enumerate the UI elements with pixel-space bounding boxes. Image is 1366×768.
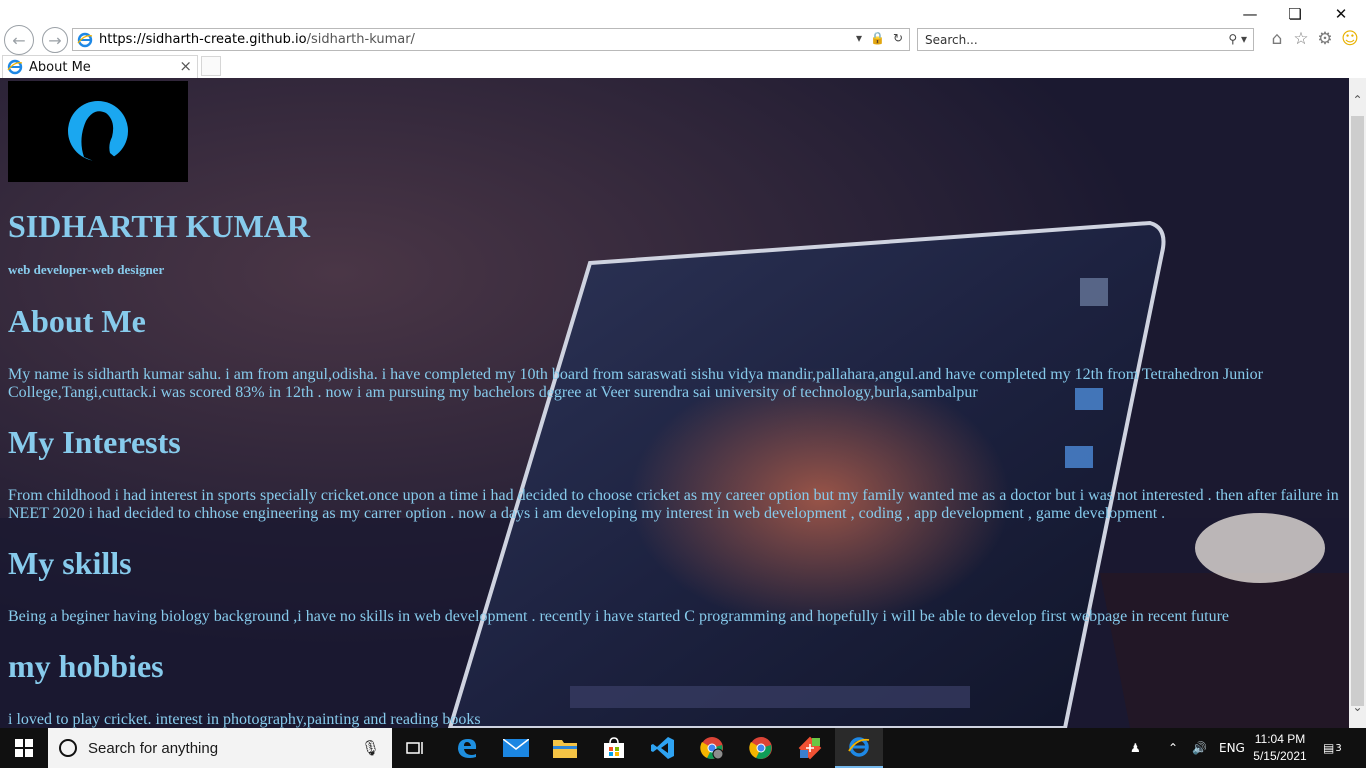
page-title: SIDHARTH KUMAR	[8, 208, 310, 244]
taskbar-app-edge[interactable]	[443, 728, 491, 768]
taskbar-app-mail[interactable]	[492, 728, 540, 768]
address-bar[interactable]: https://sidharth-create.github.io/sidhar…	[72, 28, 910, 51]
scroll-up-icon[interactable]: ⌃	[1349, 91, 1366, 108]
taskbar-clock[interactable]: 11:04 PM 5/15/2021	[1245, 731, 1315, 765]
favorites-star-icon[interactable]: ☆	[1291, 29, 1311, 49]
taskbar-app-git[interactable]	[786, 728, 834, 768]
edge-icon	[458, 739, 477, 758]
section-heading-about: About Me	[8, 303, 146, 339]
scrollbar-thumb[interactable]	[1351, 116, 1364, 706]
taskbar-app-vscode[interactable]	[639, 728, 687, 768]
taskbar-app-file-explorer[interactable]	[541, 728, 589, 768]
internet-explorer-icon	[848, 737, 870, 757]
settings-gear-icon[interactable]: ⚙	[1315, 29, 1335, 49]
taskbar-app-chrome-profile[interactable]	[688, 728, 736, 768]
start-button[interactable]	[0, 728, 48, 768]
volume-icon[interactable]: 🔊	[1192, 728, 1207, 768]
scroll-down-icon[interactable]: ⌄	[1349, 698, 1366, 715]
ie-tab-icon	[7, 59, 23, 75]
tab-title: About Me	[29, 59, 91, 75]
search-box[interactable]: Search... ⚲ ▾	[917, 28, 1254, 51]
section-text-interests: From childhood i had interest in sports …	[8, 487, 1339, 522]
clock-time: 11:04 PM	[1254, 732, 1306, 746]
git-icon	[798, 736, 822, 760]
taskbar-app-internet-explorer[interactable]	[835, 728, 883, 768]
taskbar-app-chrome[interactable]	[737, 728, 785, 768]
section-text-skills: Being a beginer having biology backgroun…	[8, 608, 1229, 625]
taskbar-app-store[interactable]	[590, 728, 638, 768]
tab-close-icon[interactable]: ×	[179, 57, 192, 75]
language-indicator[interactable]: ENG	[1219, 728, 1245, 768]
home-icon[interactable]: ⌂	[1267, 29, 1287, 49]
folder-icon	[553, 740, 577, 758]
new-tab-button[interactable]	[201, 56, 221, 76]
task-view-icon	[406, 742, 423, 754]
section-text-hobbies: i loved to play cricket. interest in pho…	[8, 711, 481, 728]
close-window-button[interactable]: ✕	[1318, 0, 1364, 28]
store-bag-icon	[604, 737, 624, 758]
show-hidden-icons-chevron-icon[interactable]: ⌃	[1168, 728, 1178, 768]
url-path: /sidharth-kumar/	[306, 32, 415, 47]
taskbar-search-box[interactable]: Search for anything 🎙	[48, 728, 392, 768]
lock-icon[interactable]: 🔒	[870, 31, 885, 45]
people-icon[interactable]: ♟	[1130, 728, 1141, 768]
clock-date: 5/15/2021	[1253, 749, 1307, 763]
task-view-button[interactable]	[392, 728, 440, 768]
dropdown-icon[interactable]: ▾	[856, 31, 862, 45]
section-heading-hobbies: my hobbies	[8, 648, 164, 684]
microphone-icon[interactable]: 🎙	[361, 739, 380, 757]
smiley-feedback-icon[interactable]: ☺	[1340, 29, 1360, 49]
restore-button[interactable]: ❏	[1272, 0, 1318, 28]
user-avatar-icon	[68, 101, 128, 164]
mail-icon	[503, 739, 529, 757]
vscode-icon	[651, 737, 674, 759]
taskbar-search-text: Search for anything	[88, 739, 219, 757]
page-viewport: SIDHARTH KUMAR web developer-web designe…	[0, 78, 1349, 728]
search-icon[interactable]: ⚲ ▾	[1228, 32, 1247, 46]
ie-page-icon	[77, 32, 93, 47]
chrome-icon	[749, 737, 772, 759]
windows-taskbar: Search for anything 🎙 ♟ ⌃ 🔊 ENG 11:04 PM…	[0, 728, 1366, 768]
back-button[interactable]: ←	[4, 25, 34, 55]
search-placeholder: Search...	[925, 32, 978, 47]
section-heading-interests: My Interests	[8, 424, 181, 460]
windows-logo-icon	[15, 739, 33, 757]
back-arrow-icon: ←	[12, 30, 26, 50]
section-text-about: My name is sidharth kumar sahu. i am fro…	[8, 366, 1263, 401]
section-heading-skills: My skills	[8, 545, 132, 581]
url-host: https://sidharth-create.github.io	[99, 32, 307, 47]
page-content: SIDHARTH KUMAR web developer-web designe…	[8, 81, 1343, 728]
chrome-profile-icon	[700, 737, 724, 760]
profile-image	[8, 81, 188, 182]
forward-button[interactable]: →	[42, 27, 68, 53]
page-subtitle: web developer-web designer	[8, 262, 165, 277]
refresh-icon[interactable]: ↻	[893, 31, 903, 45]
forward-arrow-icon: →	[48, 30, 62, 50]
browser-chrome: — ❏ ✕ ← → https://sidharth-create.github…	[0, 0, 1366, 78]
notification-icon: ▤	[1323, 741, 1335, 755]
minimize-button[interactable]: —	[1227, 0, 1273, 28]
tab-about-me[interactable]: About Me ×	[2, 55, 198, 78]
vertical-scrollbar[interactable]: ⌃ ⌄	[1349, 78, 1366, 728]
cortana-icon	[59, 739, 77, 757]
notification-count: 3	[1335, 742, 1342, 754]
action-center-button[interactable]: ▤ 3	[1323, 728, 1342, 768]
